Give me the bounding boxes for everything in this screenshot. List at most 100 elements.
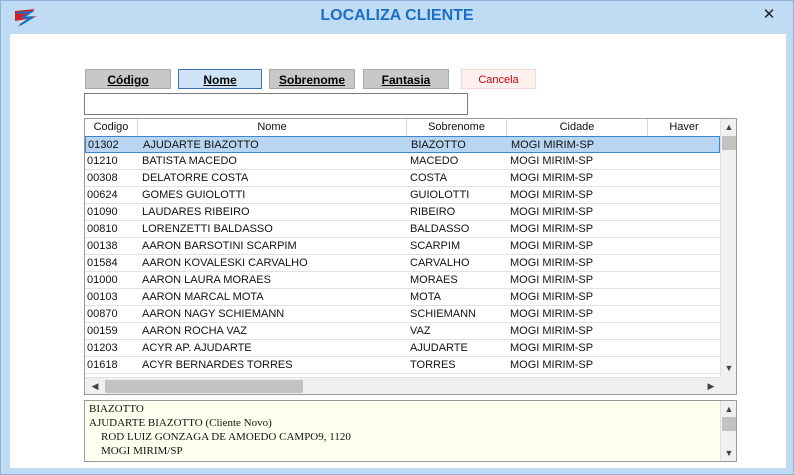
nome-button[interactable]: Nome (178, 69, 262, 89)
table-row[interactable]: 00159 AARON ROCHA VAZ VAZ MOGI MIRIM-SP (85, 323, 720, 340)
column-header-haver[interactable]: Haver (648, 119, 720, 136)
close-icon[interactable]: ✕ (758, 6, 780, 24)
cell-haver (652, 137, 720, 153)
cell-sobrenome: MACEDO (410, 155, 459, 167)
cell-cidade: MOGI MIRIM-SP (510, 240, 594, 252)
search-input[interactable] (84, 93, 468, 115)
scroll-down-icon[interactable]: ▼ (721, 445, 736, 461)
cell-cidade: MOGI MIRIM-SP (510, 274, 594, 286)
fantasia-button[interactable]: Fantasia (363, 69, 449, 89)
cell-sobrenome: BALDASSO (410, 223, 470, 235)
scroll-down-icon[interactable]: ▼ (721, 360, 736, 376)
cell-codigo: 01000 (87, 274, 118, 286)
cell-cidade: MOGI MIRIM-SP (510, 257, 594, 269)
cell-sobrenome: MOTA (410, 291, 441, 303)
table-row[interactable]: 01203 ACYR AP. AJUDARTE AJUDARTE MOGI MIRIM… (85, 340, 720, 357)
cell-nome: AARON LAURA MORAES (142, 274, 271, 286)
cell-codigo: 00870 (87, 308, 118, 320)
cell-haver (651, 357, 719, 373)
table-row[interactable]: 01000 AARON LAURA MORAES MORAES MOGI MIRIM-… (85, 272, 720, 289)
cell-haver (651, 204, 719, 220)
table-row[interactable]: 00103 AARON MARCAL MOTA MOTA MOGI MIRIM-SP (85, 289, 720, 306)
table-row[interactable]: 00624 GOMES GUIOLOTTI GUIOLOTTI MOGI MIRIM-… (85, 187, 720, 204)
cell-haver (651, 255, 719, 271)
cell-codigo: 01210 (87, 155, 118, 167)
table-row[interactable]: 00870 AARON NAGY SCHIEMANN SCHIEMANN MOGI M… (85, 306, 720, 323)
cell-haver (651, 187, 719, 203)
cell-haver (651, 306, 719, 322)
cell-codigo: 01618 (87, 359, 118, 371)
cell-codigo: 00138 (87, 240, 118, 252)
localiza-cliente-window: LOCALIZA CLIENTE ✕ Código Nome Sobrenome… (0, 0, 794, 475)
cell-nome: AARON KOVALESKI CARVALHO (142, 257, 308, 269)
cell-sobrenome: CARVALHO (410, 257, 470, 269)
table-row[interactable]: 01090 LAUDARES RIBEIRO RIBEIRO MOGI MIRIM-S… (85, 204, 720, 221)
cell-codigo: 01302 (88, 139, 119, 151)
client-grid[interactable]: Codigo Nome Sobrenome Cidade Haver 01302… (84, 118, 737, 395)
codigo-button[interactable]: Código (85, 69, 171, 89)
cell-nome: DELATORRE COSTA (142, 172, 249, 184)
cell-cidade: MOGI MIRIM-SP (510, 189, 594, 201)
table-row[interactable]: 00308 DELATORRE COSTA COSTA MOGI MIRIM-SP (85, 170, 720, 187)
cell-nome: AJUDARTE BIAZOTTO (143, 139, 259, 151)
cell-sobrenome: TORRES (410, 359, 456, 371)
cell-cidade: MOGI MIRIM-SP (510, 223, 594, 235)
scroll-up-icon[interactable]: ▲ (721, 119, 736, 135)
column-header-cidade[interactable]: Cidade (507, 119, 648, 136)
cell-haver (651, 170, 719, 186)
scroll-up-icon[interactable]: ▲ (721, 401, 736, 417)
cell-sobrenome: SCHIEMANN (410, 308, 477, 320)
table-row[interactable]: 00138 AARON BARSOTINI SCARPIM SCARPIM MOGI … (85, 238, 720, 255)
cell-sobrenome: COSTA (410, 172, 448, 184)
cell-codigo: 00624 (87, 189, 118, 201)
cell-cidade: MOGI MIRIM-SP (510, 342, 594, 354)
title-bar: LOCALIZA CLIENTE ✕ (1, 1, 793, 34)
window-title: LOCALIZA CLIENTE (320, 7, 474, 24)
cell-cidade: MOGI MIRIM-SP (510, 291, 594, 303)
cell-nome: GOMES GUIOLOTTI (142, 189, 246, 201)
table-row[interactable]: 01210 BATISTA MACEDO MACEDO MOGI MIRIM-SP (85, 153, 720, 170)
table-row[interactable]: 01302 AJUDARTE BIAZOTTO BIAZOTTO MOGI MIRIM… (85, 136, 720, 153)
grid-vertical-scrollbar[interactable]: ▲ ▼ (720, 119, 736, 377)
cell-nome: LORENZETTI BALDASSO (142, 223, 273, 235)
scroll-right-icon[interactable]: ▶ (703, 378, 719, 394)
cell-sobrenome: MORAES (410, 274, 458, 286)
table-row[interactable]: 01584 AARON KOVALESKI CARVALHO CARVALHO MOG… (85, 255, 720, 272)
grid-header: Codigo Nome Sobrenome Cidade Haver (85, 119, 720, 137)
cell-nome: BATISTA MACEDO (142, 155, 237, 167)
scroll-left-icon[interactable]: ◀ (87, 378, 103, 394)
cell-cidade: MOGI MIRIM-SP (510, 325, 594, 337)
grid-horizontal-scrollbar[interactable]: ◀ ▶ (85, 377, 720, 394)
cell-sobrenome: GUIOLOTTI (410, 189, 470, 201)
table-row[interactable]: 00810 LORENZETTI BALDASSO BALDASSO MOGI MIR… (85, 221, 720, 238)
cell-sobrenome: RIBEIRO (410, 206, 456, 218)
cell-haver (651, 272, 719, 288)
cell-haver (651, 340, 719, 356)
scroll-thumb[interactable] (722, 417, 736, 431)
cell-codigo: 01090 (87, 206, 118, 218)
dialog-body: Código Nome Sobrenome Fantasia Cancela C… (10, 34, 786, 468)
column-header-codigo[interactable]: Codigo (85, 119, 138, 136)
details-vertical-scrollbar[interactable]: ▲ ▼ (720, 401, 736, 461)
cell-nome: AARON MARCAL MOTA (142, 291, 264, 303)
client-details-panel: BIAZOTTO AJUDARTE BIAZOTTO (Cliente Novo… (84, 400, 737, 462)
column-header-nome[interactable]: Nome (138, 119, 407, 136)
cell-haver (651, 289, 719, 305)
cell-haver (651, 221, 719, 237)
cell-sobrenome: SCARPIM (410, 240, 461, 252)
column-header-sobrenome[interactable]: Sobrenome (407, 119, 507, 136)
cell-sobrenome: BIAZOTTO (411, 139, 466, 151)
cell-cidade: MOGI MIRIM-SP (510, 155, 594, 167)
scroll-thumb[interactable] (722, 136, 736, 150)
cell-sobrenome: AJUDARTE (410, 342, 468, 354)
table-row[interactable]: 01618 ACYR BERNARDES TORRES TORRES MOGI MIR… (85, 357, 720, 374)
cell-codigo: 01584 (87, 257, 118, 269)
cell-haver (651, 323, 719, 339)
detail-cidade: MOGI MIRIM/SP (101, 445, 183, 457)
cancela-button[interactable]: Cancela (461, 69, 536, 89)
cell-codigo: 00810 (87, 223, 118, 235)
scroll-thumb[interactable] (105, 380, 303, 393)
cell-nome: ACYR BERNARDES TORRES (142, 359, 293, 371)
cell-haver (651, 153, 719, 169)
sobrenome-button[interactable]: Sobrenome (269, 69, 355, 89)
